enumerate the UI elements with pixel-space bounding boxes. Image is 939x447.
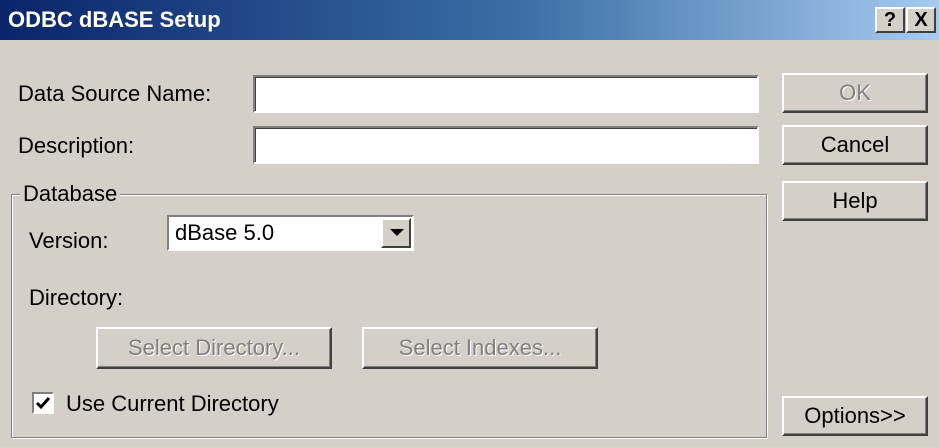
close-button[interactable]: X: [906, 7, 936, 33]
help-button[interactable]: Help: [782, 181, 928, 221]
question-mark-icon: ?: [883, 9, 897, 31]
data-source-name-input[interactable]: [253, 75, 759, 113]
description-label: Description:: [18, 133, 135, 158]
version-value: dBase 5.0: [175, 220, 275, 245]
version-dropdown[interactable]: dBase 5.0: [167, 215, 414, 251]
description-input[interactable]: [253, 126, 759, 164]
close-icon: X: [914, 9, 928, 31]
title-bar[interactable]: ODBC dBASE Setup ? X: [0, 0, 939, 40]
use-current-directory-label[interactable]: Use Current Directory: [66, 391, 279, 417]
data-source-name-label: Data Source Name:: [18, 81, 212, 106]
cancel-button[interactable]: Cancel: [782, 125, 928, 165]
version-label: Version:: [29, 228, 109, 253]
select-directory-button[interactable]: Select Directory...: [96, 327, 332, 369]
database-group-label: Database: [20, 181, 121, 207]
options-button[interactable]: Options>>: [782, 396, 928, 436]
help-title-button[interactable]: ?: [875, 7, 905, 33]
checkmark-icon: [35, 397, 51, 410]
directory-label: Directory:: [29, 285, 124, 310]
ok-button[interactable]: OK: [782, 73, 928, 113]
odbc-dbase-setup-dialog: ODBC dBASE Setup ? X Data Source Name: D…: [0, 0, 939, 447]
chevron-down-icon[interactable]: [381, 218, 411, 248]
window-title: ODBC dBASE Setup: [8, 7, 221, 32]
use-current-directory-checkbox[interactable]: [32, 392, 54, 414]
select-indexes-button[interactable]: Select Indexes...: [362, 327, 598, 369]
